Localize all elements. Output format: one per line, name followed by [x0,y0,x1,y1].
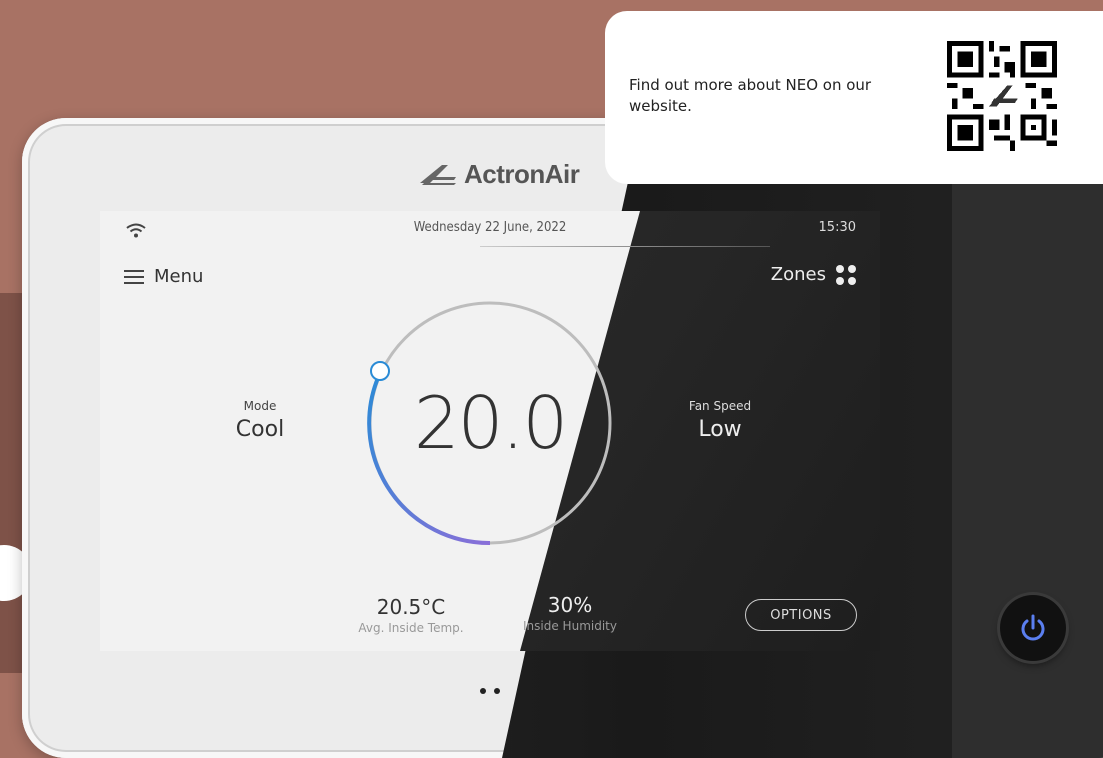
dial-handle[interactable] [370,361,390,381]
page-indicator [480,688,500,694]
humidity-label: Inside Humidity [523,619,617,633]
promo-text: Find out more about NEO on our website. [629,76,872,115]
options-button[interactable]: OPTIONS [745,599,857,631]
zones-button[interactable]: Zones [771,264,856,285]
menu-label: Menu [154,266,204,287]
actronair-logo-icon [420,165,456,185]
power-button[interactable] [1000,595,1066,661]
page-dot[interactable] [494,688,500,694]
menu-icon [124,269,144,284]
actronair-logo: ActronAir [418,157,580,191]
mode-label: Mode [243,399,277,413]
mode-control[interactable]: Mode Cool [220,399,300,442]
fan-speed-value: Low [698,417,742,442]
page-dot[interactable] [480,688,486,694]
device-right-bezel [952,118,1103,758]
zones-label: Zones [770,264,826,285]
qr-code-icon[interactable] [947,41,1057,151]
setpoint-temperature: 20.0 [413,381,568,465]
avg-temp-value: 20.5°C [376,595,446,619]
mode-value: Cool [235,417,285,442]
status-divider [480,246,770,247]
avg-inside-temp: 20.5°C Avg. Inside Temp. [346,595,476,635]
status-time: 15:30 [818,220,856,235]
avg-temp-label: Avg. Inside Temp. [358,621,464,635]
fan-speed-label: Fan Speed [688,399,752,413]
promo-card: Find out more about NEO on our website. [605,11,1103,184]
status-date: Wednesday 22 June, 2022 [413,220,567,235]
humidity-value: 30% [547,593,593,617]
power-icon [1021,614,1045,641]
menu-button[interactable]: Menu [124,266,203,287]
fan-speed-control[interactable]: Fan Speed Low [660,399,780,442]
inside-humidity: 30% Inside Humidity [510,593,630,633]
zones-icon [836,264,856,285]
thermostat-screen: Wednesday 22 June, 2022 15:30 Menu Zones… [100,211,880,651]
logo-text: ActronAir [464,158,580,189]
